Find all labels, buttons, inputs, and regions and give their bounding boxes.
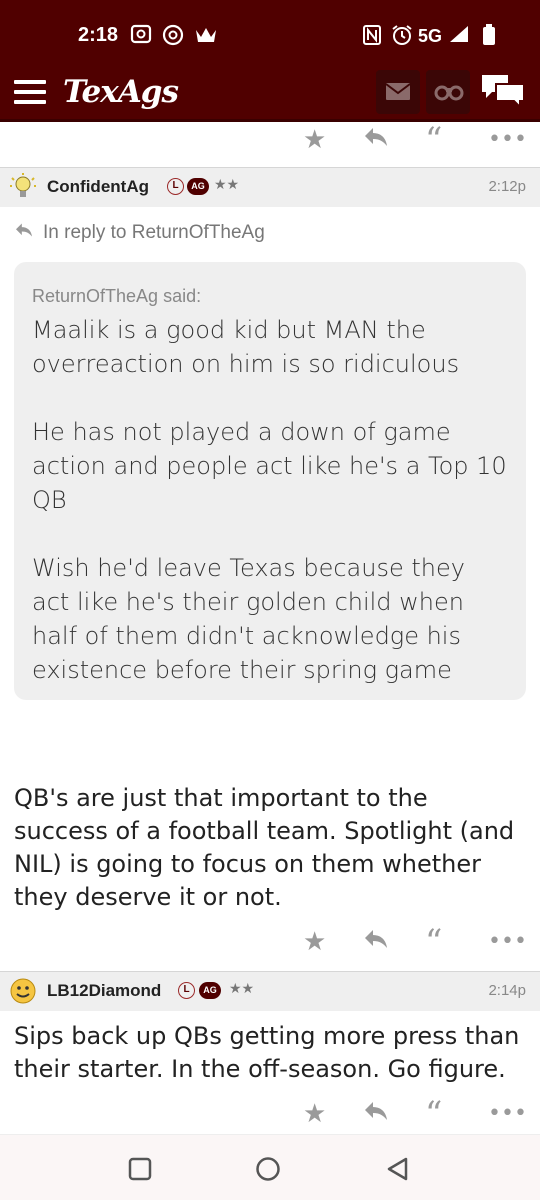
crown-icon: [193, 24, 219, 50]
post-time: 2:12p: [488, 178, 526, 195]
binoculars-button[interactable]: [426, 70, 470, 114]
quote-icon[interactable]: “: [425, 925, 442, 959]
battery-icon: [482, 24, 496, 50]
recents-icon[interactable]: [128, 1157, 152, 1185]
post-actions: ★ “ •••: [0, 1094, 540, 1134]
home-icon[interactable]: [255, 1156, 281, 1186]
chrome-icon: [162, 24, 184, 50]
star-icon[interactable]: ★: [303, 926, 326, 958]
nfc-icon: [362, 24, 382, 50]
quote-block: ReturnOfTheAg said: Maalik is a good kid…: [14, 262, 526, 700]
post-actions-top: ★ “ •••: [0, 120, 540, 160]
quote-paragraph: Maalik is a good kid but MAN the overrea…: [32, 316, 460, 378]
post-header: ConfidentAg L AG ★★ 2:12p: [0, 167, 540, 207]
reply-to-text: In reply to ReturnOfTheAg: [43, 222, 265, 243]
reply-icon[interactable]: [363, 124, 389, 156]
alarm-icon: [390, 24, 414, 50]
post-actions: ★ “ •••: [0, 922, 540, 962]
status-time: 2:18: [78, 24, 119, 46]
reply-icon[interactable]: [363, 926, 389, 958]
quote-paragraph: He has not played a down of game action …: [32, 418, 507, 514]
badge-ag: AG: [199, 982, 221, 999]
more-icon[interactable]: •••: [488, 1098, 527, 1130]
rating-stars: ★★: [229, 981, 255, 997]
quote-icon[interactable]: “: [425, 123, 442, 157]
username[interactable]: ConfidentAg: [47, 177, 149, 197]
system-nav-bar: [0, 1134, 540, 1200]
mail-button[interactable]: [376, 70, 420, 114]
post-body: QB's are just that important to the succ…: [14, 784, 515, 911]
star-icon[interactable]: ★: [303, 124, 326, 156]
back-icon[interactable]: [385, 1156, 411, 1186]
smiley-avatar-icon: [8, 976, 38, 1006]
reply-to-link[interactable]: In reply to ReturnOfTheAg: [14, 222, 265, 244]
quote-header: ReturnOfTheAg said:: [32, 286, 202, 306]
menu-icon[interactable]: [14, 80, 46, 106]
quote-paragraph: Wish he'd leave Texas because they act l…: [32, 554, 465, 684]
badge-ag: AG: [187, 178, 209, 195]
lightbulb-icon: [8, 172, 38, 202]
post-body: Sips back up QBs getting more press than…: [14, 1022, 520, 1083]
reply-icon[interactable]: [363, 1098, 389, 1130]
post-header: LB12Diamond L AG ★★ 2:14p: [0, 971, 540, 1011]
more-icon[interactable]: •••: [488, 926, 527, 958]
rating-stars: ★★: [214, 177, 240, 193]
badge-l: L: [167, 178, 184, 195]
post-time: 2:14p: [488, 982, 526, 999]
chat-button[interactable]: [476, 70, 525, 114]
signal-icon: [448, 24, 470, 48]
texags-logo[interactable]: TexAgs: [63, 74, 179, 110]
status-bar: 2:18 5G: [0, 0, 540, 70]
app-bar: TexAgs: [0, 70, 540, 122]
badge-l: L: [178, 982, 195, 999]
quote-icon[interactable]: “: [425, 1097, 442, 1131]
star-icon[interactable]: ★: [303, 1098, 326, 1130]
chat-icon: [482, 75, 525, 108]
reply-arrow-icon: [14, 222, 39, 242]
screen-record-icon: [130, 24, 152, 48]
mail-icon: [385, 83, 411, 100]
more-icon[interactable]: •••: [488, 124, 527, 156]
binoculars-icon: [434, 85, 464, 101]
network-type: 5G: [418, 26, 443, 46]
username[interactable]: LB12Diamond: [47, 981, 161, 1001]
